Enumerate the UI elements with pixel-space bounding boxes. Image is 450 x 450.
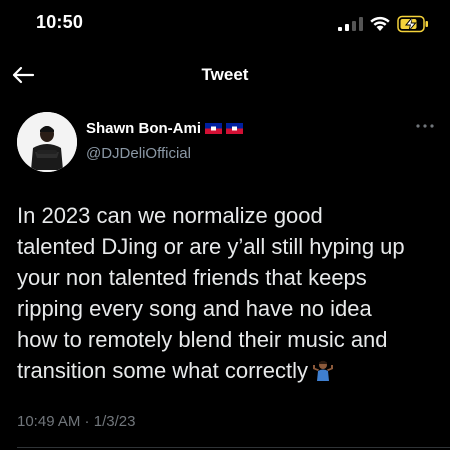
avatar-person-image: [17, 112, 77, 172]
status-bar: 10:50: [0, 0, 450, 50]
tweet-date: 1/3/23: [93, 413, 136, 430]
cellular-signal-icon: [338, 17, 363, 31]
more-options-icon[interactable]: [412, 118, 438, 134]
tweet-text: In 2023 can we normalize good talented D…: [17, 203, 405, 383]
author-display-name[interactable]: Shawn Bon-Ami: [86, 120, 201, 137]
author-name-row: Shawn Bon-Ami: [86, 120, 243, 137]
status-time: 10:50: [36, 12, 84, 32]
divider: [17, 447, 450, 448]
tweet-timestamp: 10:49 AM · 1/3/23: [17, 413, 135, 430]
author-handle[interactable]: @DJDeliOfficial: [86, 145, 191, 162]
battery-charging-icon: [397, 15, 428, 33]
haiti-flag-icon: [205, 123, 222, 134]
wifi-icon: [370, 16, 390, 31]
author-avatar[interactable]: [17, 112, 77, 172]
tweet-text-container: In 2023 can we normalize good talented D…: [17, 200, 437, 386]
page-title: Tweet: [201, 65, 249, 84]
person-shrugging-emoji-icon: [313, 360, 333, 381]
timestamp-separator: ·: [80, 413, 94, 430]
top-nav-bar: Tweet: [0, 50, 450, 100]
tweet-time: 10:49 AM: [17, 413, 81, 430]
haiti-flag-icon: [226, 123, 243, 134]
